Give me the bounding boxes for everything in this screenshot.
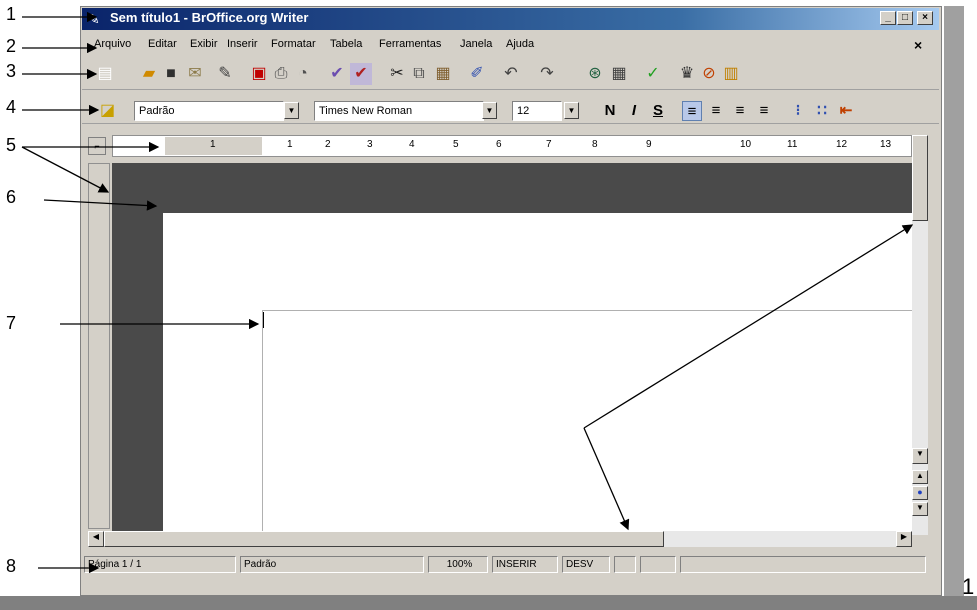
edit-file-icon[interactable]: ✎: [214, 63, 236, 85]
minimize-button[interactable]: _: [880, 11, 896, 25]
horizontal-scroll-thumb[interactable]: [104, 531, 664, 547]
vertical-ruler[interactable]: [88, 163, 110, 529]
paragraph-style-select[interactable]: Padrão: [134, 101, 284, 121]
close-button[interactable]: ×: [917, 11, 933, 25]
align-left-icon[interactable]: ≡: [682, 101, 702, 121]
callout-5: 5: [6, 135, 17, 155]
status-insert-mode[interactable]: INSERIR: [492, 556, 558, 573]
cut-icon[interactable]: ✂: [386, 63, 408, 85]
ruler-number: 13: [880, 139, 892, 150]
ruler-number: 9: [646, 139, 652, 150]
hyperlink-icon[interactable]: ⊛: [584, 63, 606, 85]
status-zoom[interactable]: 100%: [428, 556, 488, 573]
autospellcheck-icon[interactable]: ✔: [350, 63, 372, 85]
new-document-icon[interactable]: ▤: [94, 63, 116, 85]
email-icon[interactable]: ✉: [184, 63, 206, 85]
status-signature: [640, 556, 676, 573]
find-replace-icon[interactable]: ♛: [676, 63, 698, 85]
callout-3: 3: [6, 61, 17, 81]
ruler-number: 1: [210, 139, 216, 150]
page-bottom-band: [0, 596, 977, 610]
menu-arquivo[interactable]: Arquivo: [94, 38, 131, 50]
bold-button[interactable]: N: [600, 101, 620, 121]
vertical-scroll-thumb[interactable]: [912, 135, 928, 221]
redo-icon[interactable]: ↷: [536, 63, 558, 85]
chevron-down-icon[interactable]: ▼: [482, 102, 497, 119]
window-shadow-strip: [944, 6, 964, 596]
menu-ajuda[interactable]: Ajuda: [506, 38, 534, 50]
status-page[interactable]: Página 1 / 1: [84, 556, 236, 573]
ruler-number: 5: [453, 139, 459, 150]
callout-2: 2: [6, 36, 17, 56]
close-document-button[interactable]: ×: [914, 37, 922, 53]
align-right-icon[interactable]: ≡: [730, 101, 750, 121]
table-icon[interactable]: ▦: [608, 63, 630, 85]
ruler-number: 10: [740, 139, 752, 150]
underline-button[interactable]: S: [648, 101, 668, 121]
scroll-right-icon[interactable]: ▶: [896, 531, 912, 547]
text-area[interactable]: [262, 310, 912, 531]
print-icon[interactable]: ⎙: [270, 63, 292, 85]
decrease-indent-icon[interactable]: ⇤: [836, 101, 856, 121]
window-title: Sem título1 - BrOffice.org Writer: [110, 10, 309, 25]
undo-icon[interactable]: ↶: [500, 63, 522, 85]
navigation-icon[interactable]: ●: [912, 486, 928, 500]
tab-stop-selector[interactable]: ⌐: [88, 137, 106, 155]
ruler-number: 11: [787, 139, 798, 150]
ruler-number: 8: [592, 139, 598, 150]
ruler-number: 12: [836, 139, 848, 150]
font-name-select[interactable]: Times New Roman: [314, 101, 484, 121]
ruler-number: 4: [409, 139, 415, 150]
open-folder-icon[interactable]: ▰: [138, 63, 160, 85]
menu-ferramentas[interactable]: Ferramentas: [379, 38, 441, 50]
bullets-icon[interactable]: ∷: [812, 101, 832, 121]
styles-formatting-icon[interactable]: ◪: [100, 100, 122, 122]
status-selection-mode[interactable]: DESV: [562, 556, 610, 573]
gallery-icon[interactable]: ▥: [720, 63, 742, 85]
ruler-number: 7: [546, 139, 552, 150]
callout-8: 8: [6, 556, 17, 576]
navigator-icon[interactable]: ⊘: [698, 63, 720, 85]
save-icon[interactable]: ■: [160, 63, 182, 85]
copy-icon[interactable]: ⧉: [408, 63, 430, 85]
ruler-number: 2: [325, 139, 331, 150]
italic-button[interactable]: I: [624, 101, 644, 121]
chevron-down-icon[interactable]: ▼: [284, 102, 299, 119]
paste-icon[interactable]: ▦: [432, 63, 454, 85]
spellcheck-icon[interactable]: ✔: [326, 63, 348, 85]
maximize-button[interactable]: □: [897, 11, 913, 25]
draw-functions-icon[interactable]: ✓: [642, 63, 664, 85]
previous-page-icon[interactable]: ▲: [912, 470, 928, 484]
app-icon[interactable]: ✎: [88, 11, 104, 27]
scroll-down-icon[interactable]: ▼: [912, 448, 928, 464]
ruler-number: 6: [496, 139, 502, 150]
justify-icon[interactable]: ≡: [754, 101, 774, 121]
scroll-left-icon[interactable]: ◀: [88, 531, 104, 547]
callout-1: 1: [6, 4, 17, 24]
callout-6: 6: [6, 187, 17, 207]
print-preview-icon[interactable]: ◔: [292, 63, 314, 85]
callout-4: 4: [6, 97, 17, 117]
chevron-down-icon[interactable]: ▼: [564, 102, 579, 119]
text-cursor: [263, 312, 264, 328]
menu-editar[interactable]: Editar: [148, 38, 177, 50]
menu-exibir[interactable]: Exibir: [190, 38, 218, 50]
menu-janela[interactable]: Janela: [460, 38, 492, 50]
menu-formatar[interactable]: Formatar: [271, 38, 316, 50]
menu-tabela[interactable]: Tabela: [330, 38, 362, 50]
font-size-select[interactable]: 12: [512, 101, 562, 121]
status-page-style[interactable]: Padrão: [240, 556, 424, 573]
align-center-icon[interactable]: ≡: [706, 101, 726, 121]
status-info: [680, 556, 926, 573]
footnote-number: 1: [962, 574, 975, 599]
ruler-number: 3: [367, 139, 373, 150]
ruler-number: 1: [287, 139, 293, 150]
status-modified: [614, 556, 636, 573]
callout-7: 7: [6, 313, 17, 333]
menu-inserir[interactable]: Inserir: [227, 38, 258, 50]
next-page-icon[interactable]: ▼: [912, 502, 928, 516]
export-pdf-icon[interactable]: ▣: [248, 63, 270, 85]
format-paintbrush-icon[interactable]: ✐: [466, 63, 488, 85]
numbering-icon[interactable]: ⁝: [788, 101, 808, 121]
